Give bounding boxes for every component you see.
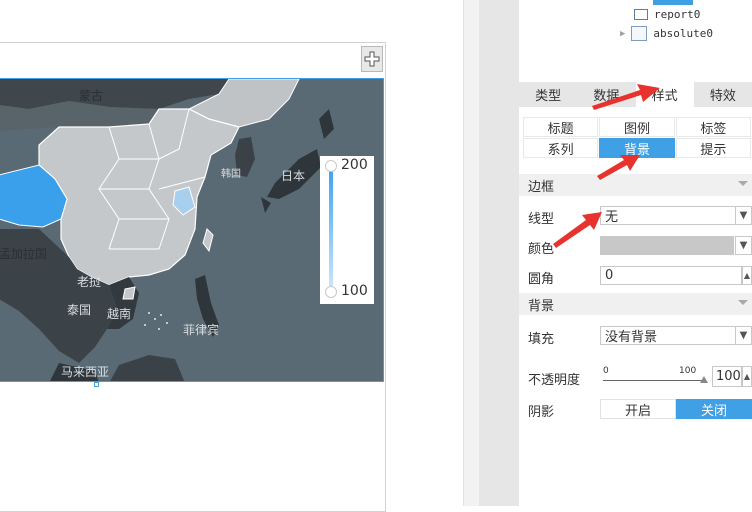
radius-stepper[interactable]: ▲ xyxy=(742,266,752,285)
legend-max-value: 200 xyxy=(341,157,368,173)
border-section-header[interactable]: 边框 xyxy=(519,174,752,196)
chevron-down-icon: ▼ xyxy=(739,240,748,251)
radius-input[interactable]: 0 xyxy=(600,266,742,285)
subtab-tooltip[interactable]: 提示 xyxy=(675,138,751,158)
line-type-label: 线型 xyxy=(528,212,555,227)
opacity-slider-thumb[interactable] xyxy=(700,376,708,383)
add-widget-button[interactable] xyxy=(361,46,383,72)
stepper-icon: ▲ xyxy=(743,372,751,381)
shadow-on-button[interactable]: 开启 xyxy=(600,399,676,419)
panel-divider[interactable] xyxy=(463,0,479,506)
design-canvas: 蒙古 韩国 日本 孟加拉国 老挝 泰国 越南 菲律宾 马来西亚 200 100 xyxy=(0,0,463,512)
shadow-toggle: 开启 关闭 xyxy=(600,399,752,419)
section-title: 背景 xyxy=(528,298,555,314)
fill-label: 填充 xyxy=(528,332,555,347)
map-label-thailand: 泰国 xyxy=(67,303,92,317)
line-type-select[interactable]: 无 xyxy=(600,206,736,225)
opacity-stepper[interactable]: ▲ xyxy=(742,366,752,387)
fill-select[interactable]: 没有背景 xyxy=(600,326,736,345)
section-title: 边框 xyxy=(528,179,555,195)
opacity-min-label: 0 xyxy=(603,366,609,376)
tab-data[interactable]: 数据 xyxy=(577,82,635,107)
map-label-bangladesh: 孟加拉国 xyxy=(0,247,48,261)
tree-item-label: report0 xyxy=(654,8,701,21)
radius-label: 圆角 xyxy=(528,272,555,287)
chevron-down-icon: ▼ xyxy=(739,330,748,341)
tab-effects[interactable]: 特效 xyxy=(694,82,752,107)
plus-icon xyxy=(364,51,380,67)
absolute-layout-icon xyxy=(631,26,648,41)
tree-item-absolute0[interactable]: ▶ absolute0 xyxy=(620,26,713,41)
chevron-down-icon xyxy=(738,300,748,305)
map-label-philippines: 菲律宾 xyxy=(183,323,220,337)
map-label-laos: 老挝 xyxy=(77,275,102,289)
opacity-max-label: 100 xyxy=(679,366,697,376)
sub-tab-row-2: 系列 背景 提示 xyxy=(523,138,752,158)
map-label-vietnam: 越南 xyxy=(107,307,132,321)
opacity-slider-track[interactable] xyxy=(603,380,705,381)
map-label-mongolia: 蒙古 xyxy=(79,89,104,103)
subtab-label[interactable]: 标签 xyxy=(675,117,751,137)
tree-item-label: absolute0 xyxy=(653,27,714,40)
fill-dropdown-button[interactable]: ▼ xyxy=(735,326,752,345)
background-section-header[interactable]: 背景 xyxy=(519,293,752,315)
color-swatch[interactable] xyxy=(600,236,734,255)
main-tab-bar: 类型 数据 样式 特效 xyxy=(519,82,752,107)
chevron-down-icon xyxy=(738,181,748,186)
line-type-dropdown-button[interactable]: ▼ xyxy=(735,206,752,225)
legend-max-handle[interactable] xyxy=(325,160,337,172)
map-label-malaysia: 马来西亚 xyxy=(61,365,110,379)
chevron-down-icon: ▼ xyxy=(739,210,748,221)
legend-min-value: 100 xyxy=(341,283,368,299)
shadow-off-button[interactable]: 关闭 xyxy=(676,399,752,419)
expand-arrow-icon[interactable]: ▶ xyxy=(620,29,625,39)
report-icon xyxy=(634,9,648,20)
tab-style[interactable]: 样式 xyxy=(635,82,694,107)
sub-tab-row-1: 标题 图例 标签 xyxy=(523,117,752,137)
stepper-icon: ▲ xyxy=(743,271,751,280)
map-label-japan: 日本 xyxy=(281,169,306,183)
panel-gutter xyxy=(479,0,519,506)
legend-gradient-bar[interactable] xyxy=(329,165,333,292)
opacity-input[interactable]: 100 xyxy=(712,366,742,387)
subtab-series[interactable]: 系列 xyxy=(523,138,599,158)
tree-item-report0[interactable]: report0 xyxy=(634,8,700,21)
color-dropdown-button[interactable]: ▼ xyxy=(735,236,752,255)
subtab-title[interactable]: 标题 xyxy=(523,117,599,137)
subtab-background[interactable]: 背景 xyxy=(599,138,675,158)
legend-min-handle[interactable] xyxy=(325,286,337,298)
color-label: 颜色 xyxy=(528,242,555,257)
tree-selected-item[interactable] xyxy=(653,0,693,5)
opacity-label: 不透明度 xyxy=(528,373,581,388)
shadow-label: 阴影 xyxy=(528,405,555,420)
subtab-legend[interactable]: 图例 xyxy=(599,117,675,137)
resize-handle[interactable] xyxy=(94,382,99,387)
map-label-korea: 韩国 xyxy=(221,169,241,180)
tab-type[interactable]: 类型 xyxy=(519,82,577,107)
